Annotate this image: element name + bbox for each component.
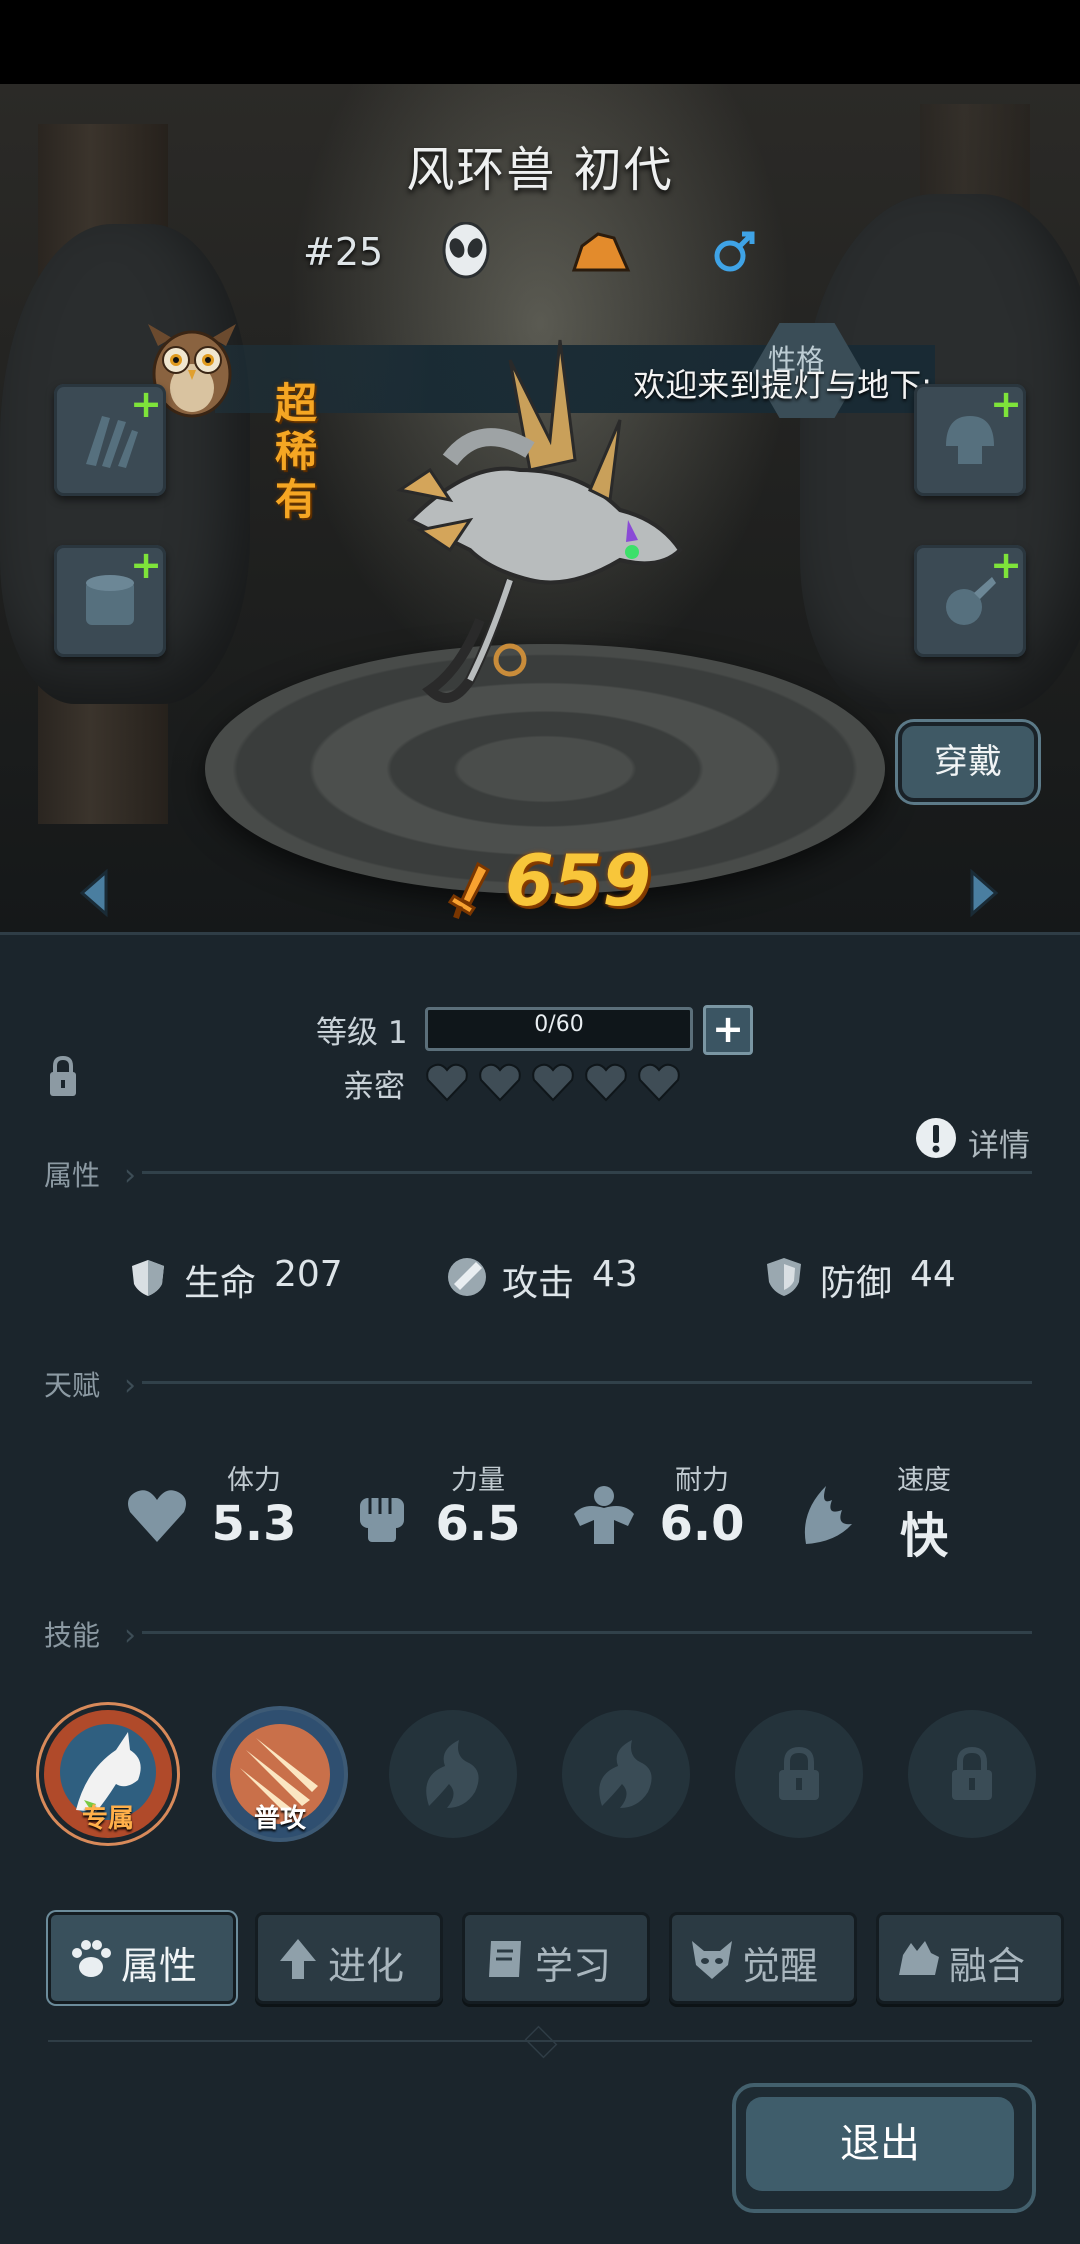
- section-divider: [142, 1171, 1032, 1174]
- pet-number: #25: [303, 230, 384, 274]
- next-pet-arrow-icon[interactable]: [966, 868, 1002, 918]
- skill-exclusive[interactable]: 专属: [44, 1710, 172, 1838]
- stat-label-defense: 防御: [820, 1263, 893, 1304]
- fist-icon: [360, 1498, 404, 1542]
- status-bar: [0, 0, 1080, 84]
- defense-shield-icon: [767, 1258, 801, 1296]
- tab-label: 属性: [121, 1944, 198, 1988]
- exit-button[interactable]: 退出: [746, 2097, 1014, 2191]
- talent-label-strength: 力量: [451, 1465, 505, 1496]
- section-skills: 技能: [44, 1619, 101, 1652]
- combat-power: 659: [505, 840, 652, 922]
- chevron-right-icon: ›: [124, 1158, 136, 1193]
- talent-value-stamina: 5.3: [211, 1496, 297, 1552]
- earth-type-icon[interactable]: [570, 228, 632, 274]
- intimacy-label: 亲密: [343, 1069, 405, 1105]
- tab-label: 觉醒: [742, 1944, 819, 1988]
- male-gender-icon: [714, 231, 755, 272]
- divider-ornament-icon: [524, 2025, 558, 2059]
- intimacy-hearts: [425, 1062, 685, 1106]
- skill-basic-attack[interactable]: 普攻: [216, 1710, 344, 1838]
- details-link[interactable]: 详情: [968, 1120, 1030, 1165]
- equip-slot-armor[interactable]: +: [54, 545, 166, 657]
- book-icon: [489, 1941, 521, 1977]
- stat-label-attack: 攻击: [502, 1263, 575, 1304]
- tab-label: 融合: [949, 1944, 1026, 1988]
- stat-value-hp: 207: [274, 1254, 343, 1295]
- intimacy-heart-icon: [426, 1063, 468, 1102]
- tab-label: 学习: [535, 1944, 612, 1988]
- level-progress-text: 0/60: [534, 1012, 584, 1037]
- level-up-button[interactable]: +: [703, 1005, 753, 1055]
- prev-pet-arrow-icon[interactable]: [76, 868, 112, 918]
- talent-value-speed: 快: [899, 1508, 948, 1564]
- skill-slot-empty[interactable]: [562, 1710, 690, 1838]
- pet-name: 风环兽 初代: [406, 142, 674, 198]
- add-icon: +: [990, 543, 1022, 587]
- tab-learn[interactable]: 学习: [462, 1912, 650, 2004]
- tab-attributes[interactable]: 属性: [48, 1912, 236, 2004]
- rarity-label: 超稀有: [275, 379, 318, 524]
- intimacy-heart-icon: [532, 1063, 574, 1102]
- wing-icon: [804, 1486, 852, 1544]
- add-icon: +: [130, 543, 162, 587]
- fusion-beast-icon: [899, 1941, 939, 1975]
- equip-slot-accessory[interactable]: +: [914, 545, 1026, 657]
- section-divider: [142, 1631, 1032, 1634]
- section-attributes: 属性: [44, 1159, 101, 1192]
- skill-slot-locked[interactable]: [735, 1710, 863, 1838]
- attack-sword-icon: [448, 1258, 486, 1296]
- paw-icon: [72, 1940, 111, 1977]
- lock-icon: [952, 1746, 992, 1800]
- tab-awaken[interactable]: 觉醒: [669, 1912, 857, 2004]
- evolve-arrow-icon: [280, 1939, 316, 1979]
- awaken-mask-icon: [692, 1941, 732, 1979]
- talent-value-endurance: 6.0: [659, 1496, 745, 1552]
- empty-skill-icon: [599, 1740, 652, 1808]
- tab-evolve[interactable]: 进化: [255, 1912, 443, 2004]
- wear-button[interactable]: 穿戴: [898, 722, 1038, 802]
- add-icon: +: [130, 382, 162, 426]
- heart-icon: [128, 1490, 186, 1542]
- equip-slot-claw[interactable]: +: [54, 384, 166, 496]
- add-icon: +: [990, 382, 1022, 426]
- stat-value-attack: 43: [592, 1254, 638, 1295]
- talent-label-stamina: 体力: [227, 1465, 281, 1496]
- level-label: 等级 1: [316, 1015, 408, 1051]
- tab-fusion[interactable]: 融合: [876, 1912, 1064, 2004]
- hp-shield-icon: [132, 1260, 164, 1296]
- stat-label-hp: 生命: [184, 1263, 257, 1304]
- equip-slot-helmet[interactable]: +: [914, 384, 1026, 496]
- lock-icon[interactable]: [48, 1054, 78, 1098]
- section-divider: [142, 1381, 1032, 1384]
- section-talents: 天赋: [44, 1369, 101, 1402]
- chevron-right-icon: ›: [124, 1618, 136, 1653]
- muscle-icon: [574, 1486, 634, 1544]
- intimacy-heart-icon: [585, 1063, 627, 1102]
- stat-value-defense: 44: [910, 1254, 956, 1295]
- talent-label-endurance: 耐力: [675, 1465, 729, 1496]
- skill-slot-locked[interactable]: [908, 1710, 1036, 1838]
- pet-creature[interactable]: [390, 320, 700, 720]
- skill-slot-empty[interactable]: [389, 1710, 517, 1838]
- power-sword-icon: [448, 861, 490, 919]
- info-icon[interactable]: [914, 1116, 958, 1160]
- tab-label: 进化: [328, 1944, 405, 1988]
- lock-icon: [779, 1746, 819, 1800]
- intimacy-heart-icon: [479, 1063, 521, 1102]
- empty-skill-icon: [426, 1740, 479, 1808]
- talent-value-strength: 6.5: [435, 1496, 521, 1552]
- alien-type-icon[interactable]: [440, 222, 492, 282]
- intimacy-heart-icon: [638, 1063, 680, 1102]
- talent-label-speed: 速度: [897, 1465, 951, 1496]
- skill-label-basic-attack: 普攻: [253, 1804, 306, 1834]
- skill-label-exclusive: 专属: [81, 1804, 134, 1834]
- chevron-right-icon: ›: [124, 1368, 136, 1403]
